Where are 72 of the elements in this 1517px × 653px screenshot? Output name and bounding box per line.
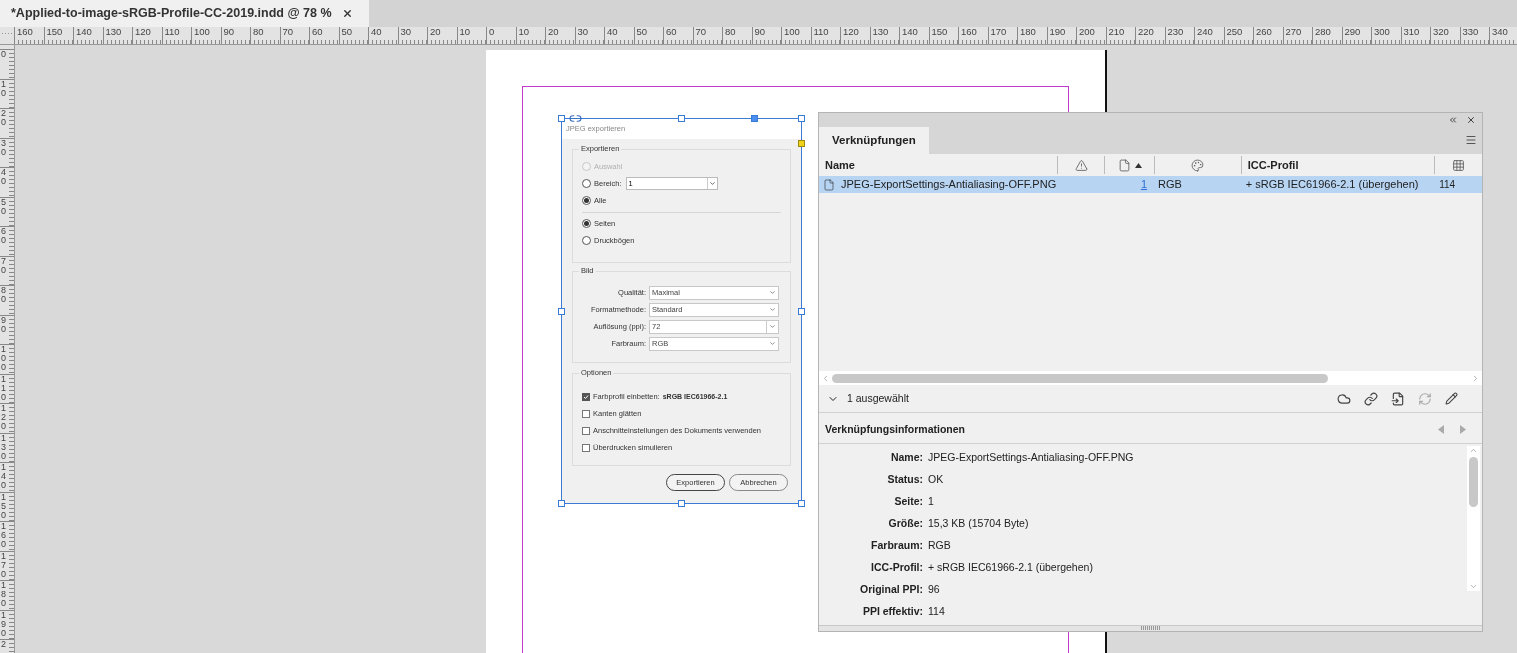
info-label: Name: (889, 450, 923, 466)
effective-ppi: 114 (1438, 178, 1457, 192)
radio-button[interactable] (582, 179, 591, 188)
dropdown-icon (769, 306, 776, 313)
info-value: 15,3 KB (15704 Byte) (927, 516, 1029, 532)
relink-icon[interactable] (1391, 391, 1405, 406)
info-label: PPI effektiv: (861, 604, 923, 620)
image-frame[interactable] (561, 118, 802, 504)
cloud-icon[interactable] (1337, 391, 1351, 406)
column-header[interactable]: ICC-Profil (1241, 156, 1436, 174)
sort-icon (1134, 162, 1142, 168)
collapse-icon[interactable] (1448, 115, 1458, 125)
info-label: Farbraum: (870, 538, 923, 554)
selection-handle[interactable] (798, 308, 805, 315)
selection-handle[interactable] (678, 500, 685, 507)
grid-icon (1452, 158, 1466, 172)
menu-icon[interactable] (1465, 134, 1477, 146)
info-label: Original PPI: (859, 582, 923, 598)
link-icon[interactable] (1364, 391, 1378, 406)
info-value: JPEG-ExportSettings-Antialiasing-OFF.PNG (927, 450, 1134, 466)
dropdown-icon (769, 323, 776, 330)
checkbox[interactable] (582, 409, 590, 418)
dropdown-icon (708, 180, 716, 187)
info-value: RGB (927, 538, 951, 554)
column-header[interactable]: Name (819, 156, 1059, 174)
checkbox[interactable] (582, 443, 590, 452)
info-label: Status: (886, 472, 923, 488)
pencil-icon[interactable] (1445, 392, 1458, 405)
info-value: 96 (927, 582, 940, 598)
horizontal-scrollbar[interactable] (819, 371, 1482, 385)
vertical-scrollbar[interactable] (1467, 446, 1480, 591)
vertical-ruler[interactable]: 0 10 20 30 40 50 60 70 80 90 100 110 120 130 140 150 160 170 180 190 2 (0, 45, 15, 653)
checkbox[interactable] (582, 392, 590, 401)
selection-handle[interactable] (558, 115, 565, 122)
warning-icon (1074, 158, 1088, 172)
close-icon[interactable] (1466, 115, 1476, 125)
checkbox[interactable] (582, 426, 590, 435)
radio-button[interactable] (582, 219, 591, 228)
info-label: ICC-Profil: (870, 560, 923, 576)
scrollbar-thumb[interactable] (1469, 457, 1478, 507)
panel-tab[interactable]: Verknüpfungen (819, 127, 929, 154)
radio-button[interactable] (582, 236, 591, 245)
selection-handle[interactable] (798, 500, 805, 507)
file-icon (823, 178, 835, 191)
color-space: RGB (1157, 177, 1183, 193)
info-value: 1 (927, 494, 934, 510)
corner-option-handle[interactable] (798, 140, 805, 147)
radio-button[interactable] (582, 196, 591, 205)
link-icon[interactable] (569, 112, 582, 125)
info-value: + sRGB IEC61966-2.1 (übergehen) (927, 560, 1093, 576)
info-value: 114 (927, 604, 945, 620)
link-row[interactable]: JPEG-ExportSettings-Antialiasing-OFF.PNG 1 RGB + sRGB IEC61966-2.1 (übergehen) 114 (819, 176, 1482, 193)
dropdown-icon (769, 340, 776, 347)
icc-profile: + sRGB IEC61966-2.1 (übergehen) (1244, 177, 1420, 193)
selection-handle[interactable] (798, 115, 805, 122)
info-label: Größe: (887, 516, 923, 532)
page-icon (1117, 158, 1131, 172)
selection-handle[interactable] (678, 115, 685, 122)
info-title: Verknüpfungsinformationen (825, 421, 965, 437)
selection-handle[interactable] (558, 500, 565, 507)
info-label: Seite: (893, 494, 923, 510)
selection-handle[interactable] (751, 115, 758, 122)
check-icon (583, 393, 589, 400)
info-value: OK (927, 472, 944, 488)
dropdown-icon (769, 289, 776, 296)
close-icon[interactable] (341, 8, 353, 19)
file-name: JPEG-ExportSettings-Antialiasing-OFF.PNG (841, 177, 1057, 193)
scrollbar-thumb[interactable] (832, 373, 1328, 383)
document-tab[interactable]: *Applied-to-image-sRGB-Profile-CC-2019.indd @ 78 % (0, 0, 369, 27)
selection-count: 1 ausgewählt (847, 390, 909, 406)
selection-handle[interactable] (558, 308, 565, 315)
palette-icon (1191, 158, 1205, 172)
